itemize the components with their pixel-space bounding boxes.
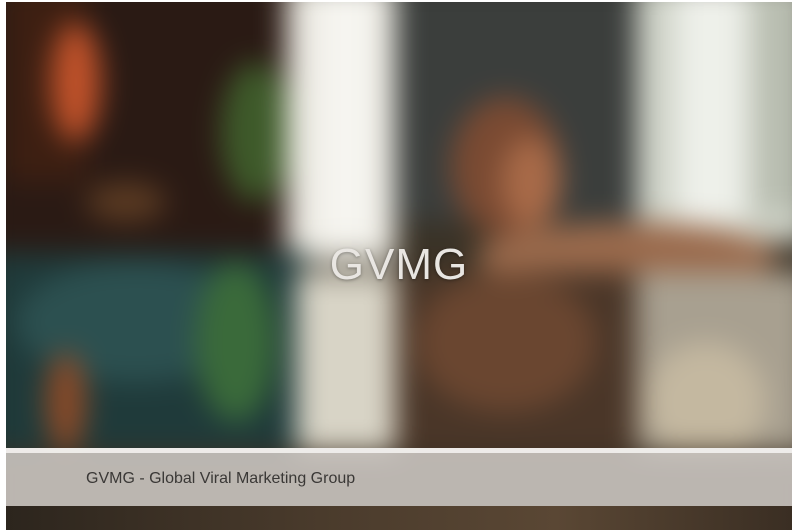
- slide-bottom-strip: [6, 506, 792, 530]
- slideshow: GVMG GVMG - Global Viral Marketing Group: [0, 0, 798, 532]
- caption-bar: GVMG - Global Viral Marketing Group: [6, 448, 792, 506]
- slide-caption[interactable]: GVMG - Global Viral Marketing Group: [86, 470, 355, 488]
- slide-title: GVMG: [329, 240, 469, 289]
- hero-slide[interactable]: GVMG GVMG - Global Viral Marketing Group: [6, 2, 792, 530]
